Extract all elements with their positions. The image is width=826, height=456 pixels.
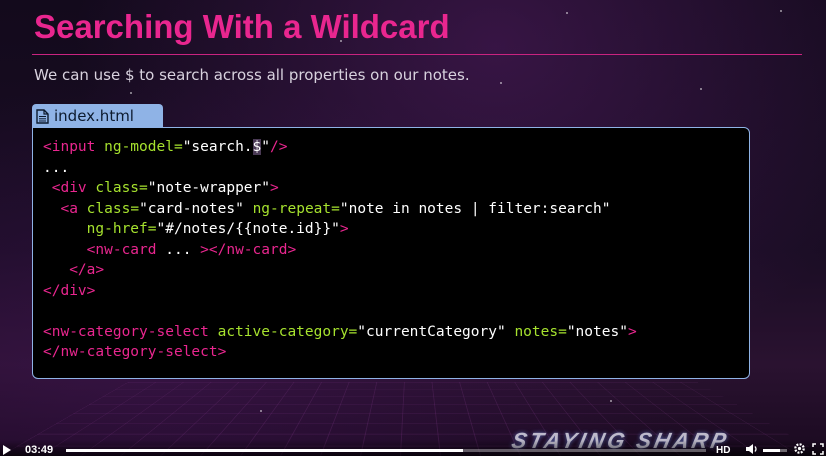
- code-token: "#/notes/{{note.id}}": [156, 221, 340, 237]
- code-token: "note in notes | filter:search": [339, 200, 611, 217]
- code-token: </div>: [43, 282, 96, 299]
- file-name: index.html: [54, 107, 134, 125]
- code-token: ng-repeat=: [252, 200, 340, 217]
- volume-slider[interactable]: [763, 449, 787, 452]
- code-line: <div class="note-wrapper">: [43, 178, 749, 199]
- code-token: "notes": [566, 323, 628, 340]
- code-token: ...: [43, 159, 70, 176]
- code-token: notes=: [514, 323, 567, 340]
- current-time: 03:49: [25, 444, 54, 456]
- code-token: class=: [86, 200, 140, 217]
- video-frame: Searching With a Wildcard We can use $ t…: [0, 0, 826, 456]
- code-token: "note-wrapper": [147, 180, 270, 196]
- code-token: >: [627, 323, 637, 340]
- code-token: >: [270, 180, 279, 196]
- code-token: >: [339, 221, 349, 237]
- code-token: active-category=: [217, 323, 358, 340]
- volume-fill: [763, 449, 780, 452]
- code-token: <a: [60, 200, 87, 217]
- code-token: ": [261, 139, 270, 155]
- code-token: "search.: [182, 139, 253, 155]
- code-line: <input ng-model="search.$"/>: [43, 137, 749, 158]
- slide-subtitle: We can use $ to search across all proper…: [34, 66, 470, 84]
- code-token: ...: [165, 241, 201, 258]
- volume-icon[interactable]: [745, 443, 759, 455]
- code-token: ng-model=: [104, 139, 183, 155]
- document-icon: [36, 108, 49, 124]
- code-token: <nw-category-select: [43, 323, 218, 340]
- video-controls: 03:49 HD: [0, 440, 826, 456]
- code-token: </a>: [69, 262, 105, 278]
- code-line: </a>: [43, 260, 749, 281]
- code-token: ></nw-card>: [200, 241, 297, 258]
- title-divider: [32, 54, 802, 55]
- code-line: </div>: [43, 281, 749, 302]
- code-token: ng-href=: [86, 221, 157, 237]
- code-line: ...: [43, 158, 749, 179]
- play-icon[interactable]: [3, 445, 11, 455]
- code-line: <nw-card ... ></nw-card>: [43, 240, 749, 261]
- code-token: />: [270, 139, 288, 155]
- code-token: <div: [51, 180, 96, 196]
- code-token: "card-notes": [139, 200, 253, 217]
- code-line: ng-href="#/notes/{{note.id}}">: [43, 219, 749, 240]
- code-line: </nw-category-select>: [43, 342, 749, 363]
- gear-icon[interactable]: [793, 442, 806, 455]
- code-token: </nw-category-select>: [43, 344, 227, 360]
- code-line: <nw-category-select active-category="cur…: [43, 322, 749, 343]
- fullscreen-icon[interactable]: [812, 443, 824, 455]
- code-token: <nw-card: [86, 241, 166, 258]
- code-token: "currentCategory": [357, 323, 515, 340]
- code-line: <a class="card-notes" ng-repeat="note in…: [43, 199, 749, 220]
- hd-badge[interactable]: HD: [716, 445, 730, 456]
- progress-bar[interactable]: [66, 449, 706, 452]
- code-token: <input: [43, 139, 105, 155]
- progress-fill: [66, 449, 463, 452]
- code-token: class=: [95, 180, 148, 196]
- code-block: <input ng-model="search.$"/>... <div cla…: [32, 127, 750, 379]
- file-tab: index.html: [32, 104, 163, 128]
- code-token: $: [252, 139, 262, 155]
- slide-title: Searching With a Wildcard: [34, 8, 450, 45]
